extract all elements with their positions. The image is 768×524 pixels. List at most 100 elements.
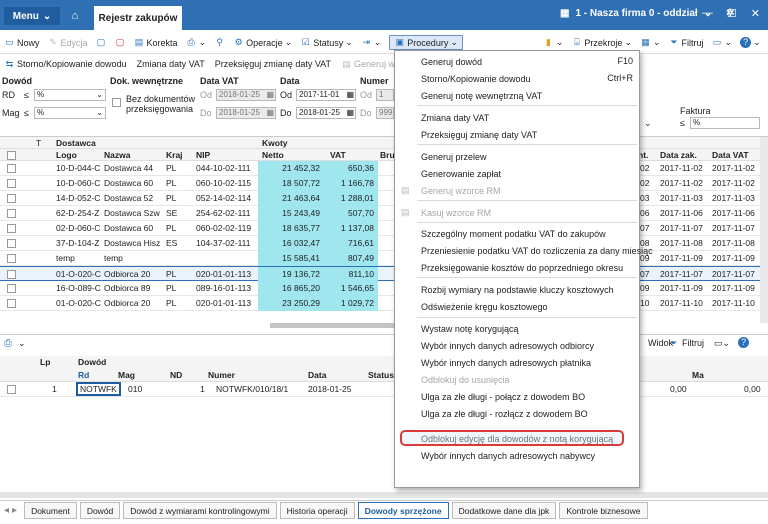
- lower-table-row[interactable]: 1 NOTWFK 010 1 NOTWFK/010/18/1 2018-01-2…: [0, 382, 768, 397]
- menu-item[interactable]: Wybór innych danych adresowych płatnika: [395, 354, 639, 371]
- menu-item[interactable]: Przeksięguj zmianę daty VAT: [395, 126, 639, 143]
- close-icon[interactable]: ✕: [751, 7, 760, 20]
- tab-historia[interactable]: Historia operacji: [279, 502, 355, 519]
- grid-horizontal-scrollbar[interactable]: [270, 323, 400, 328]
- menu-item[interactable]: Wybór innych danych adresowych odbiorcy: [395, 337, 639, 354]
- numer-from-input[interactable]: 1: [376, 89, 394, 101]
- scroll-left-icon[interactable]: ◂: [4, 505, 9, 516]
- col-status[interactable]: Status: [368, 370, 394, 380]
- layout-icon[interactable]: ▭⌄: [714, 338, 730, 349]
- lower-horizontal-scrollbar[interactable]: [0, 492, 768, 498]
- repost-vat-date-button[interactable]: Przeksięguj zmianę daty VAT: [215, 59, 331, 69]
- col-nd[interactable]: ND: [170, 370, 182, 380]
- menu-item[interactable]: ▤ Generuj wzorce RM: [395, 182, 639, 199]
- grid-vertical-scrollbar[interactable]: [760, 137, 768, 323]
- tab-kontrole[interactable]: Kontrole biznesowe: [559, 502, 648, 519]
- menu-item[interactable]: Generuj przelew: [395, 148, 639, 165]
- tab-dowody-sprzezone[interactable]: Dowody sprzężone: [357, 502, 449, 519]
- menu-item[interactable]: Zmiana daty VAT: [395, 109, 639, 126]
- data-vat-from-input[interactable]: 2018-01-25 ▦: [216, 89, 276, 101]
- table-row[interactable]: 01-O-020-C Odbiorca 20 PL 020-01-01-113 23 2…: [0, 296, 768, 311]
- row-checkbox[interactable]: [7, 239, 16, 248]
- help-button[interactable]: ? ⌄: [740, 37, 761, 48]
- layout-button[interactable]: ▭ ⌄: [712, 37, 732, 48]
- menu-item[interactable]: Odświeżenie kręgu kosztowego: [395, 298, 639, 315]
- home-icon[interactable]: ⌂: [66, 8, 84, 24]
- menu-item[interactable]: Storno/Kopiowanie dowodu Ctrl+R: [395, 70, 639, 87]
- maximize-icon[interactable]: ☐: [727, 7, 737, 20]
- tab-dokument[interactable]: Dokument: [24, 502, 77, 519]
- cell-rd[interactable]: NOTWFK: [76, 382, 121, 396]
- numer-to-input[interactable]: 999: [376, 107, 394, 119]
- statuses-button[interactable]: ☑ Statusy ⌄: [300, 37, 353, 48]
- menu-button[interactable]: Menu ⌄: [4, 7, 60, 25]
- menu-item[interactable]: Ulga za złe długi - rozłącz z dowodem BO: [395, 405, 639, 422]
- table-row[interactable]: 16-O-089-C Odbiorca 89 PL 089-16-01-113 16 8…: [0, 281, 768, 296]
- menu-item[interactable]: Generuj notę wewnętrzną VAT: [395, 87, 639, 104]
- row-checkbox[interactable]: [7, 224, 16, 233]
- data-to-input[interactable]: 2018-01-25 ▦: [296, 107, 356, 119]
- procedures-button[interactable]: ▣ Procedury ⌄: [389, 35, 463, 50]
- menu-item[interactable]: Szczególny moment podatku VAT do zakupów: [395, 225, 639, 242]
- filter-button[interactable]: ⏷ Filtruj: [669, 37, 703, 48]
- row-checkbox[interactable]: [7, 270, 16, 279]
- sections-button[interactable]: ⌸ Przekroje ⌄: [571, 37, 632, 48]
- menu-item[interactable]: Generuj dowód F10: [395, 53, 639, 70]
- menu-item[interactable]: Odblokuj do usunięcia: [395, 371, 639, 388]
- col-data[interactable]: Data: [308, 370, 326, 380]
- col-nazwa[interactable]: Nazwa: [104, 150, 130, 160]
- data-from-input[interactable]: 2017-11-01 ▦: [296, 89, 356, 101]
- export-button[interactable]: ⇥ ⌄: [361, 37, 381, 48]
- minimize-icon[interactable]: —: [702, 7, 713, 20]
- charts-button[interactable]: ▮ ⌄: [543, 37, 564, 48]
- table-row[interactable]: 01-O-020-C Odbiorca 20 PL 020-01-01-113 19 1…: [0, 266, 768, 282]
- tab-dowod-wymiary[interactable]: Dowód z wymiarami kontrolingowymi: [123, 502, 277, 519]
- table-row[interactable]: 10-D-044-C Dostawca 44 PL 044-10-02-111 21 4…: [0, 161, 768, 176]
- correction-button[interactable]: ▤ Korekta: [134, 37, 178, 48]
- col-data-vat[interactable]: Data VAT: [712, 150, 749, 160]
- col-numer[interactable]: Numer: [208, 370, 235, 380]
- col-ma[interactable]: Ma: [692, 370, 704, 380]
- menu-item[interactable]: ▤ Kasuj wzorce RM: [395, 204, 639, 221]
- menu-item[interactable]: Wystaw notę korygującą: [395, 320, 639, 337]
- row-checkbox[interactable]: [7, 385, 16, 394]
- view-button[interactable]: ▢: [96, 37, 107, 48]
- menu-item[interactable]: Przeniesienie podatku VAT do rozliczenia…: [395, 242, 653, 259]
- help-icon[interactable]: ?: [738, 337, 749, 348]
- row-checkbox[interactable]: [7, 194, 16, 203]
- data-vat-to-input[interactable]: 2018-01-25 ▦: [216, 107, 276, 119]
- row-checkbox[interactable]: [7, 254, 16, 263]
- menu-item[interactable]: Wybór innych danych adresowych nabywcy: [395, 447, 639, 464]
- table-row[interactable]: 02-D-060-C Dostawca 60 PL 060-02-02-119 18 6…: [0, 221, 768, 236]
- menu-item[interactable]: Rozbij wymiary na podstawie kluczy koszt…: [395, 281, 639, 298]
- new-button[interactable]: ▭ Nowy: [4, 37, 39, 48]
- col-netto[interactable]: Netto: [262, 150, 284, 160]
- col-rd[interactable]: Rd: [78, 370, 89, 380]
- col-logo[interactable]: Logo: [56, 150, 77, 160]
- col-vat[interactable]: VAT: [330, 150, 346, 160]
- row-checkbox[interactable]: [7, 179, 16, 188]
- col-kraj[interactable]: Kraj: [166, 150, 183, 160]
- col-data-zak[interactable]: Data zak.: [660, 150, 697, 160]
- col-bru[interactable]: Bru: [380, 150, 395, 160]
- printer-icon[interactable]: ⎙: [4, 338, 12, 349]
- view-settings-button[interactable]: ▦ ⌄: [640, 37, 660, 48]
- tab-dane-jpk[interactable]: Dodatkowe dane dla jpk: [451, 502, 557, 519]
- faktura-filter-input[interactable]: %: [690, 117, 760, 129]
- table-row[interactable]: 14-D-052-C Dostawca 52 PL 052-14-02-114 21 4…: [0, 191, 768, 206]
- menu-item[interactable]: Generowanie zapłat: [395, 165, 639, 182]
- row-checkbox[interactable]: [7, 284, 16, 293]
- select-all-checkbox[interactable]: [7, 151, 16, 160]
- table-row[interactable]: 10-D-060-C Dostawca 60 PL 060-10-02-115 18 5…: [0, 176, 768, 191]
- operations-button[interactable]: ⚙ Operacje ⌄: [233, 37, 293, 48]
- attach-button[interactable]: ⚲: [214, 37, 225, 48]
- vat-date-change-button[interactable]: Zmiana daty VAT: [137, 59, 205, 69]
- menu-item[interactable]: Ulga za złe długi - połącz z dowodem BO: [395, 388, 639, 405]
- print-button[interactable]: ⎙ ⌄: [186, 37, 206, 48]
- col-nip[interactable]: NIP: [196, 150, 210, 160]
- scroll-right-icon[interactable]: ▸: [12, 505, 17, 516]
- tab-dowod[interactable]: Dowód: [79, 502, 121, 519]
- bez-dokumentow-checkbox[interactable]: [112, 98, 121, 107]
- row-checkbox[interactable]: [7, 209, 16, 218]
- rd-filter-input[interactable]: % ⌄: [34, 89, 106, 101]
